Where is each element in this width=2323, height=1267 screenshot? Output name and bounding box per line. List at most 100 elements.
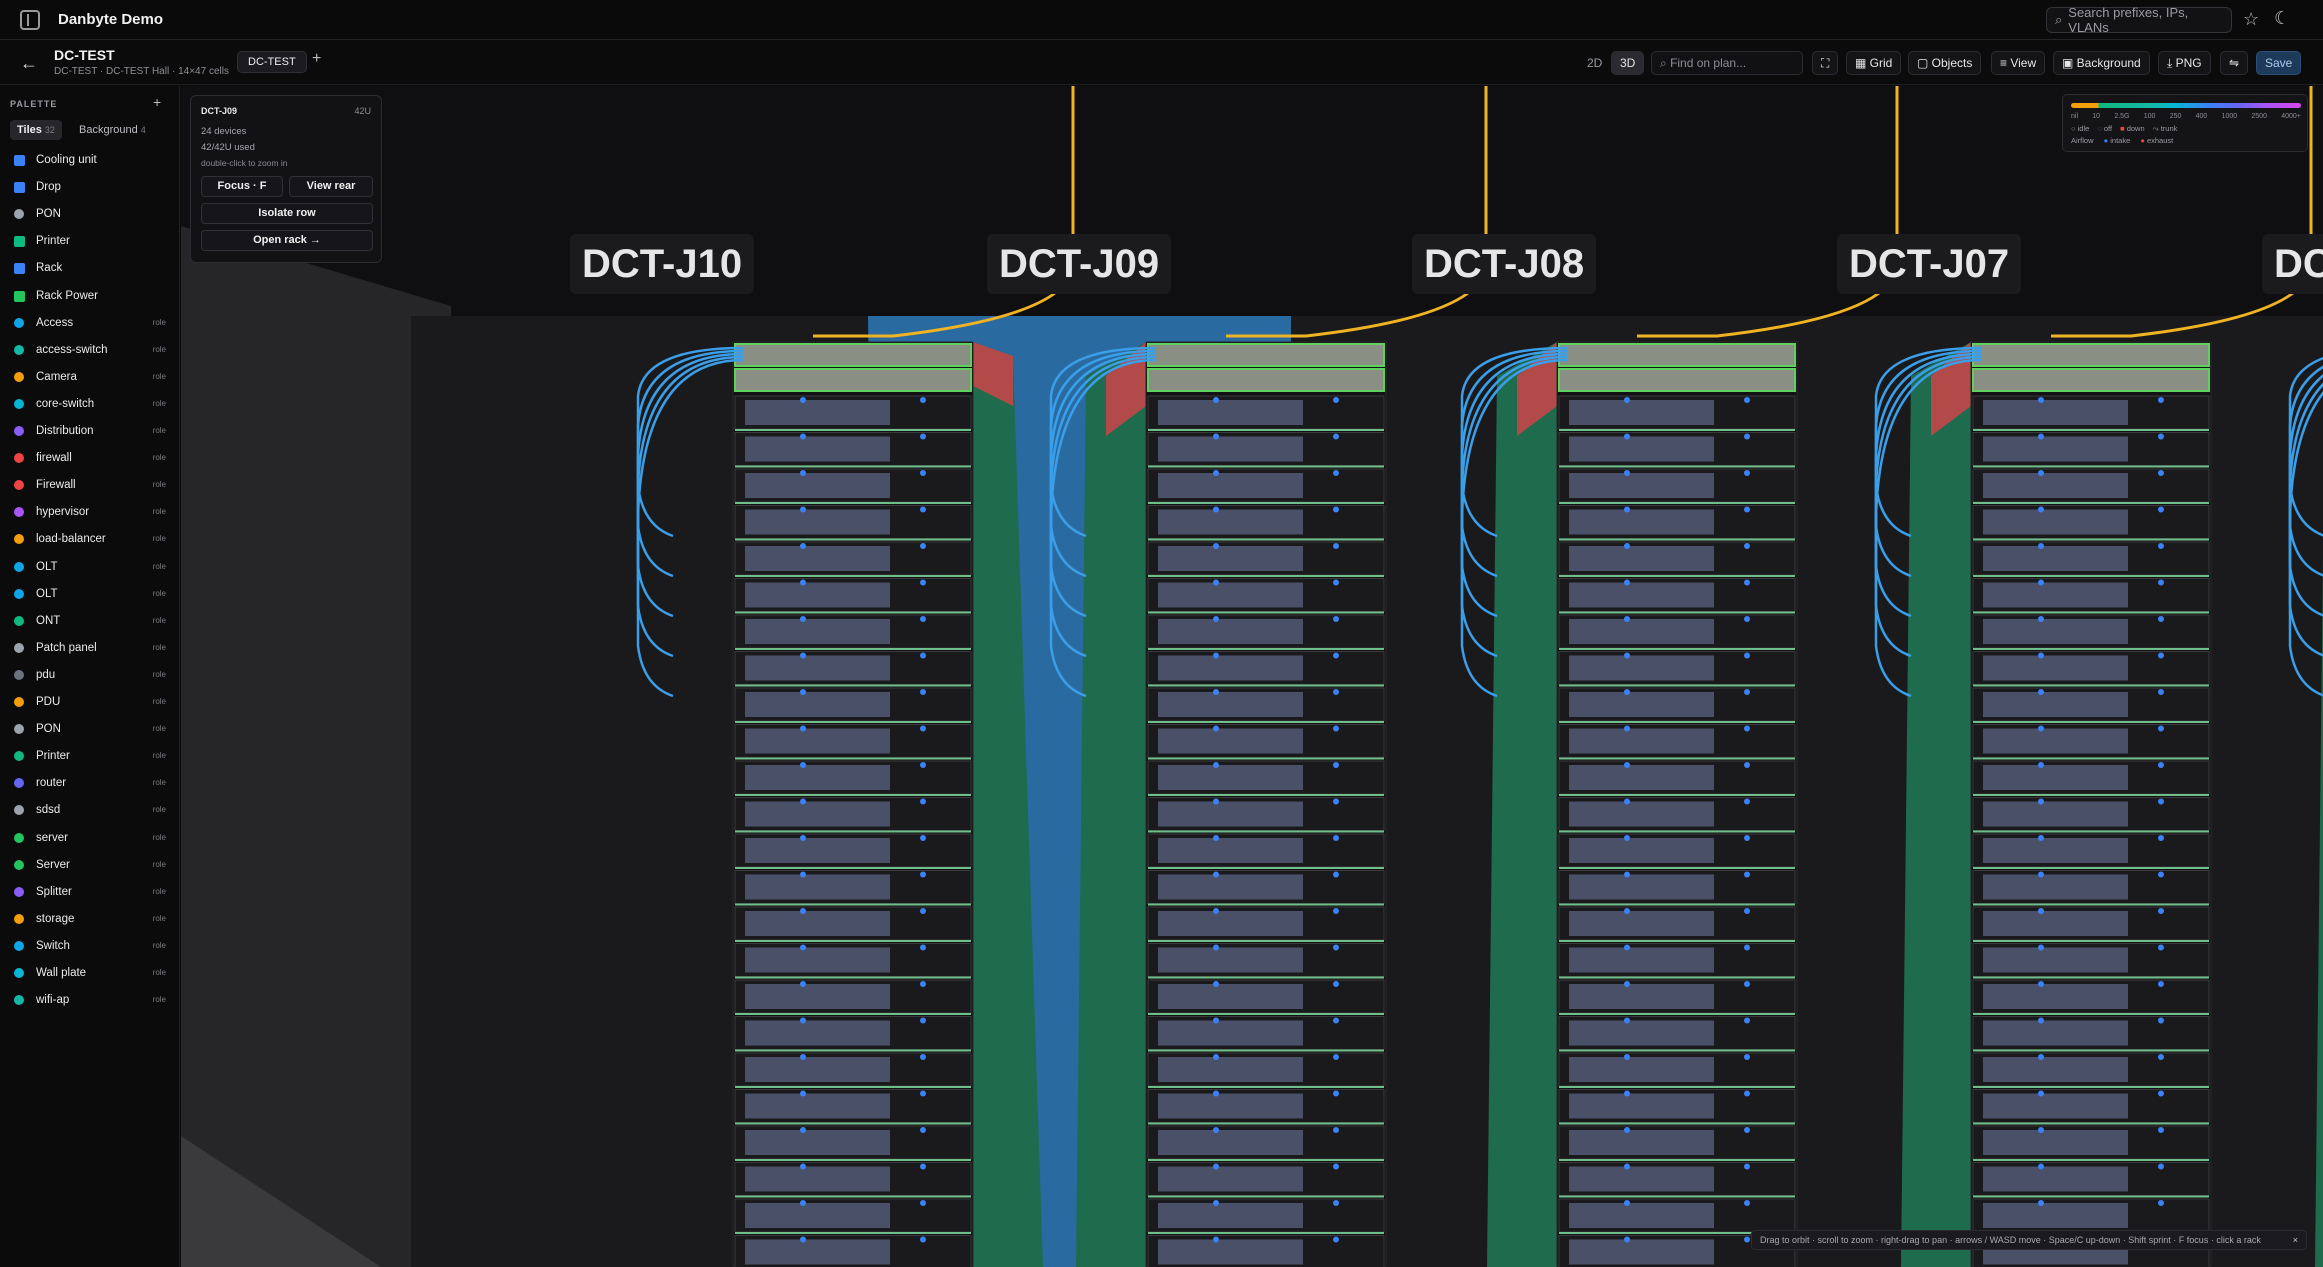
role-icon xyxy=(14,913,24,924)
sidebar-toggle-icon[interactable] xyxy=(20,9,40,30)
rack-label-partial[interactable]: DC xyxy=(2262,234,2323,294)
port-led xyxy=(800,397,806,403)
close-hint-icon[interactable]: × xyxy=(2293,1231,2298,1249)
port-led xyxy=(1333,762,1339,768)
fullscreen-icon[interactable]: ⛶ xyxy=(1812,51,1839,75)
palette-item[interactable]: firewall role xyxy=(14,449,170,467)
view-button[interactable]: ≡ View xyxy=(1991,51,2046,75)
palette-item[interactable]: access-switch role xyxy=(14,341,170,359)
palette-item-label: Printer xyxy=(36,235,70,248)
port-led xyxy=(800,1236,806,1243)
port-led xyxy=(2038,616,2044,622)
objects-button[interactable]: ▢ Objects xyxy=(1908,51,1982,75)
server-drive-bay xyxy=(1158,947,1303,973)
port-led xyxy=(2038,908,2044,914)
palette-item[interactable]: ONT role xyxy=(14,612,170,630)
port-led xyxy=(2158,616,2164,622)
palette-item[interactable]: load-balancer role xyxy=(14,530,170,548)
role-icon xyxy=(14,968,24,978)
settings-icon[interactable]: ⇋ xyxy=(2220,51,2249,75)
objects-label: Objects xyxy=(1931,56,1973,70)
palette-item[interactable]: PDU role xyxy=(14,693,170,711)
palette-item[interactable]: Cooling unit xyxy=(14,151,170,169)
rack-label-dct-j08[interactable]: DCT-J08 xyxy=(1412,234,1597,294)
find-on-plan-input[interactable]: ⌕ Find on plan... xyxy=(1651,51,1803,75)
palette-item[interactable]: Firewall role xyxy=(14,476,170,494)
port-led xyxy=(1333,1200,1339,1206)
port-led xyxy=(1333,1127,1339,1133)
view-2d-button[interactable]: 2D xyxy=(1578,51,1611,75)
port-led xyxy=(800,871,806,878)
server-drive-bay xyxy=(1158,1166,1303,1192)
port-led xyxy=(2038,397,2044,403)
palette-item-role: role xyxy=(152,588,166,598)
background-button[interactable]: ▣ Background xyxy=(2053,51,2150,75)
palette-item[interactable]: Splitter role xyxy=(14,883,170,901)
global-search-input[interactable]: ⌕ Search prefixes, IPs, VLANs xyxy=(2046,5,2232,35)
palette-item-label: Cooling unit xyxy=(36,154,97,166)
port-led xyxy=(1624,397,1630,403)
palette-item[interactable]: Switch role xyxy=(14,937,170,955)
png-export-button[interactable]: ⤓ PNG xyxy=(2158,51,2211,75)
palette-item[interactable]: Printer xyxy=(14,232,170,250)
rack-label-dct-j09[interactable]: DCT-J09 xyxy=(987,234,1172,294)
server-drive-bay xyxy=(1983,728,2128,754)
isolate-row-button[interactable]: Isolate row xyxy=(201,203,373,224)
port-led xyxy=(920,1163,926,1170)
legend-state-label: idle xyxy=(2077,124,2090,133)
port-led xyxy=(1624,470,1630,476)
back-arrow-icon[interactable]: ← xyxy=(20,53,38,74)
palette-item[interactable]: Rack xyxy=(14,259,170,277)
view-rear-button[interactable]: View rear xyxy=(289,176,373,197)
palette-item[interactable]: Drop xyxy=(14,178,170,196)
image-icon: ▣ xyxy=(2062,56,2077,70)
grid-button[interactable]: ▦ Grid xyxy=(1846,51,1902,75)
palette-item[interactable]: core-switch role xyxy=(14,395,170,413)
palette-item[interactable]: Access role xyxy=(14,314,170,332)
port-led xyxy=(1744,908,1750,914)
palette-item[interactable]: pdu role xyxy=(14,666,170,684)
rack-label-dct-j07[interactable]: DCT-J07 xyxy=(1837,234,2022,294)
palette-item[interactable]: PON role xyxy=(14,720,170,738)
focus-button[interactable]: Focus · F xyxy=(201,176,283,197)
server-drive-bay xyxy=(1569,765,1714,790)
role-icon xyxy=(14,724,24,735)
popover-hint: double-click to zoom in xyxy=(201,158,288,168)
palette-item[interactable]: Rack Power xyxy=(14,287,170,305)
tab-background[interactable]: Background 4 xyxy=(72,120,153,140)
theme-toggle-icon[interactable]: ☾ xyxy=(2274,8,2290,29)
palette-item[interactable]: storage role xyxy=(14,910,170,928)
palette-item[interactable]: wifi-ap role xyxy=(14,991,170,1009)
tab-tiles[interactable]: Tiles 32 xyxy=(10,120,62,140)
save-button[interactable]: Save xyxy=(2256,51,2302,75)
port-led xyxy=(2038,762,2044,768)
tab-dc-test[interactable]: DC-TEST xyxy=(237,51,307,73)
open-rack-button[interactable]: Open rack → xyxy=(201,230,373,251)
palette-item[interactable]: OLT role xyxy=(14,558,170,576)
star-icon[interactable]: ☆ xyxy=(2243,9,2259,30)
palette-item-role: role xyxy=(152,778,166,788)
palette-item[interactable]: PON xyxy=(14,205,170,223)
palette-item[interactable]: hypervisor role xyxy=(14,503,170,521)
rack-label-dct-j10[interactable]: DCT-J10 xyxy=(570,234,755,294)
palette-item[interactable]: router role xyxy=(14,774,170,792)
palette-item-role: role xyxy=(152,317,166,327)
add-tab-icon[interactable]: + xyxy=(312,50,321,68)
palette-item[interactable]: OLT role xyxy=(14,585,170,603)
palette-item[interactable]: Distribution role xyxy=(14,422,170,440)
port-led xyxy=(2158,397,2164,403)
palette-item[interactable]: Printer role xyxy=(14,747,170,765)
palette-item[interactable]: Camera role xyxy=(14,368,170,386)
palette-item-label: Server xyxy=(36,858,70,871)
add-tile-icon[interactable]: + xyxy=(153,94,161,110)
palette-item[interactable]: sdsd role xyxy=(14,801,170,819)
palette-item[interactable]: Server role xyxy=(14,856,170,874)
rack-3d-viewport[interactable]: DCT-J10 DCT-J09 DCT-J08 DCT-J07 DC xyxy=(181,86,2323,1267)
palette-item[interactable]: Wall plate role xyxy=(14,964,170,982)
palette-item[interactable]: server role xyxy=(14,829,170,847)
role-icon xyxy=(14,832,24,843)
view-3d-button[interactable]: 3D xyxy=(1611,51,1645,75)
palette-item[interactable]: Patch panel role xyxy=(14,639,170,657)
server-drive-bay xyxy=(1158,1057,1303,1082)
palette-item-label: Rack xyxy=(36,262,63,275)
